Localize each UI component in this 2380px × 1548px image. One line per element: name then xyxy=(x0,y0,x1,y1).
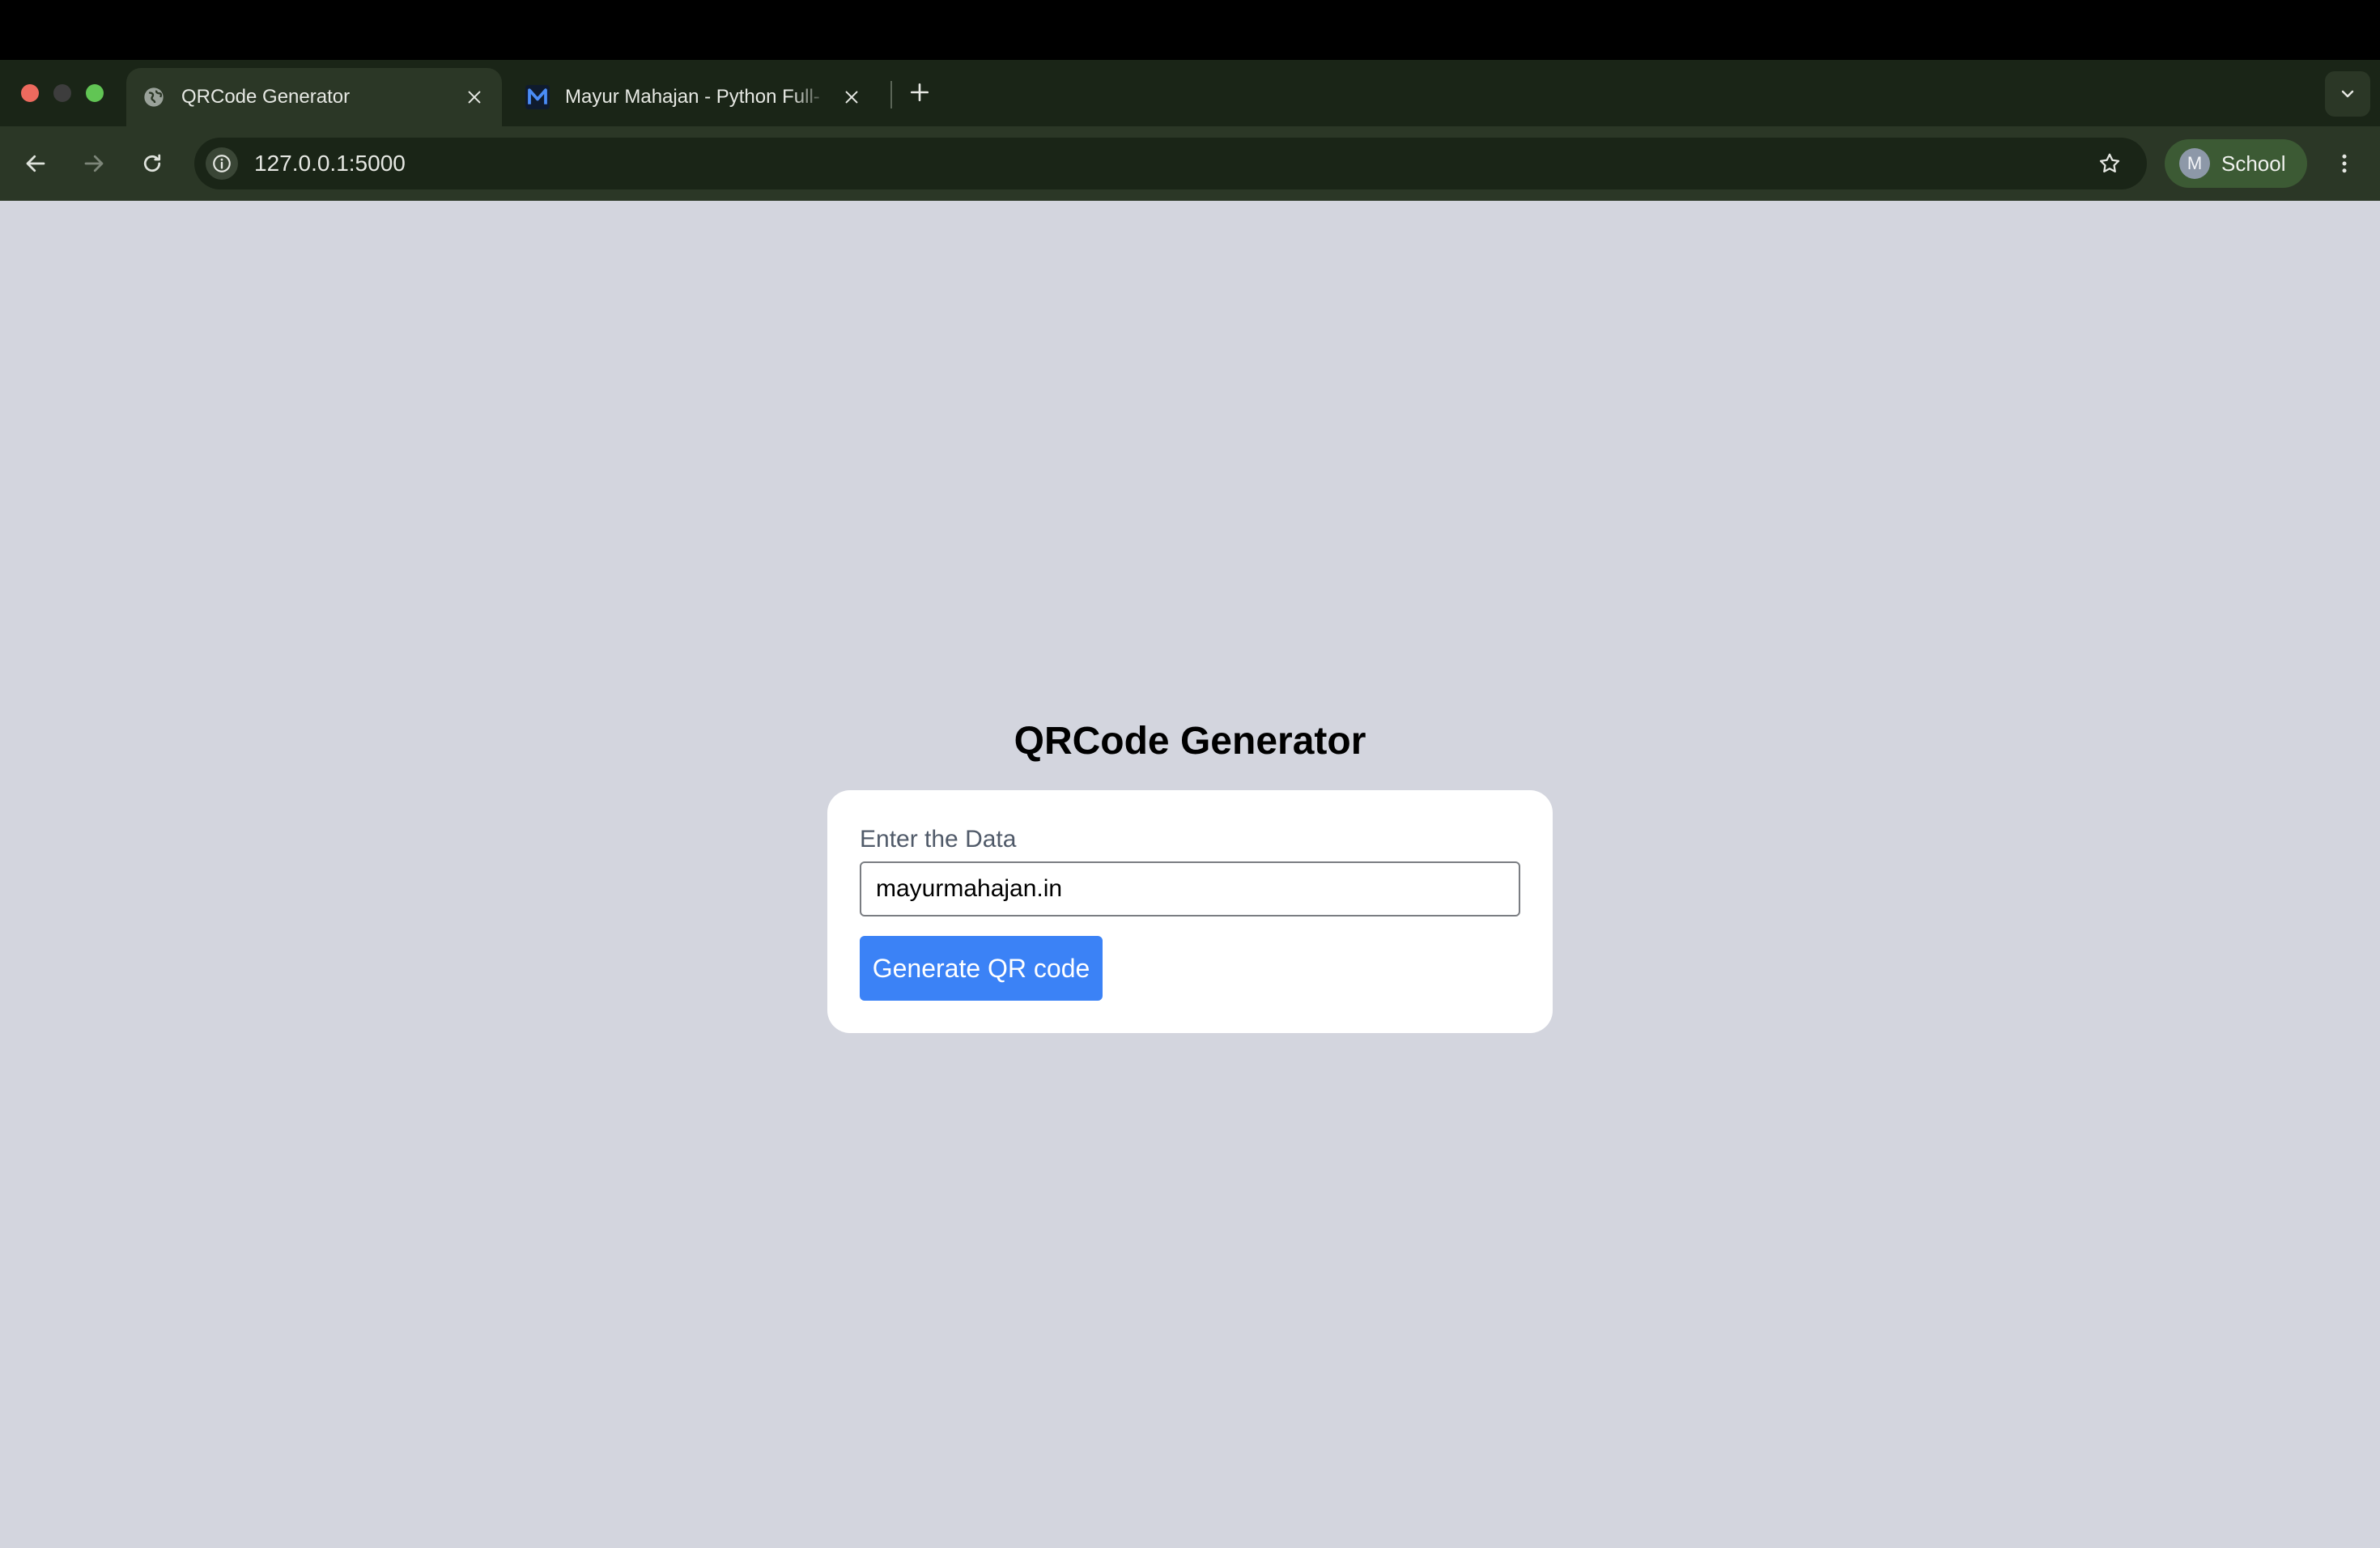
back-button[interactable] xyxy=(16,144,55,183)
chevron-down-icon xyxy=(2341,90,2354,98)
qr-form-card: Enter the Data Generate QR code xyxy=(827,790,1553,1033)
data-field-label: Enter the Data xyxy=(860,826,1017,853)
tab-qrcode-generator[interactable]: QRCode Generator xyxy=(126,68,502,126)
close-icon[interactable] xyxy=(839,84,865,110)
reload-icon xyxy=(143,154,161,172)
avatar: M xyxy=(2179,148,2210,179)
url-text[interactable]: 127.0.0.1:5000 xyxy=(254,151,2090,176)
arrow-left-icon xyxy=(26,155,45,172)
close-icon[interactable] xyxy=(461,84,487,110)
data-input[interactable] xyxy=(860,861,1520,916)
m-logo-icon xyxy=(525,84,550,110)
forward-button[interactable] xyxy=(74,144,113,183)
window-zoom-button[interactable] xyxy=(86,84,104,102)
screen-top-bar xyxy=(0,0,2380,60)
window-close-button[interactable] xyxy=(21,84,39,102)
page-title: QRCode Generator xyxy=(1014,720,1366,763)
tab-title: QRCode Generator xyxy=(181,86,351,108)
site-info-icon[interactable] xyxy=(206,147,238,180)
generate-qr-button[interactable]: Generate QR code xyxy=(860,936,1103,1001)
tab-title: Mayur Mahajan - Python Full- xyxy=(565,86,820,108)
new-tab-button[interactable] xyxy=(905,78,934,107)
kebab-menu-icon xyxy=(2342,154,2347,173)
tab-mayur-mahajan[interactable]: Mayur Mahajan - Python Full- xyxy=(510,68,879,126)
page-content: QRCode Generator Enter the Data Generate… xyxy=(0,201,2380,1548)
tab-separator xyxy=(890,81,892,108)
profile-name: School xyxy=(2221,151,2286,176)
reload-button[interactable] xyxy=(133,144,172,183)
profile-button[interactable]: M School xyxy=(2165,139,2307,188)
tab-search-button[interactable] xyxy=(2325,71,2370,117)
arrow-right-icon xyxy=(84,155,104,172)
address-bar[interactable]: 127.0.0.1:5000 xyxy=(194,138,2147,189)
globe-icon xyxy=(141,84,167,110)
plus-icon xyxy=(910,83,929,102)
bookmark-star-icon[interactable] xyxy=(2090,144,2129,183)
window-minimize-button[interactable] xyxy=(53,84,71,102)
browser-menu-button[interactable] xyxy=(2325,144,2364,183)
